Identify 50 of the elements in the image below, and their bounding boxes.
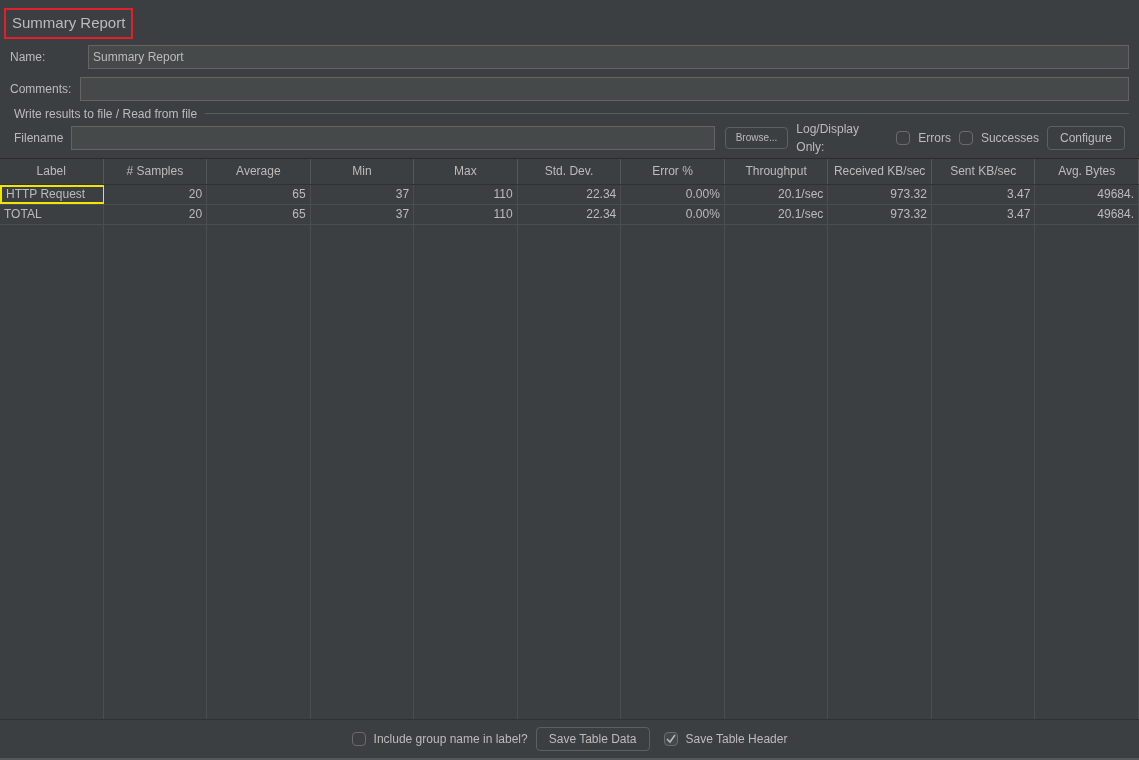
table-cell: 49684. xyxy=(1035,184,1139,204)
checkbox[interactable]: Save Table Header xyxy=(663,730,788,748)
column-header[interactable]: Average xyxy=(207,158,311,184)
table-cell: 65 xyxy=(207,184,311,204)
comments-field[interactable] xyxy=(80,76,1129,101)
table-cell: HTTP Request xyxy=(0,184,104,204)
column-header[interactable]: Min xyxy=(310,158,415,184)
table-cell: 973.32 xyxy=(828,184,932,204)
table-cell: TOTAL xyxy=(0,204,104,224)
save-table-data-button[interactable]: Save Table Data xyxy=(535,727,650,751)
field-label: Log/Display Only: xyxy=(796,120,861,156)
table-cell: 20 xyxy=(103,184,208,204)
field-label: Name: xyxy=(10,48,47,66)
table-cell: 0.00% xyxy=(621,204,725,224)
table-cell: 110 xyxy=(414,184,518,204)
table-cell: 20.1/sec xyxy=(724,184,829,204)
table-cell: 3.47 xyxy=(931,204,1036,224)
table-cell: 65 xyxy=(207,204,311,224)
checkbox[interactable]: Include group name in label? xyxy=(351,730,528,748)
section-legend: Write results to file / Read from file xyxy=(10,104,202,123)
column-header[interactable]: Sent KB/sec xyxy=(931,158,1036,184)
field-label: Comments: xyxy=(10,80,73,98)
field-label: Filename xyxy=(14,129,64,147)
table-cell: 973.32 xyxy=(828,204,932,224)
table-cell: 37 xyxy=(310,204,415,224)
table-cell: 0.00% xyxy=(621,184,725,204)
table-cell: 22.34 xyxy=(517,204,622,224)
column-header[interactable]: Throughput xyxy=(724,158,829,184)
browse-button[interactable]: Browse... xyxy=(724,126,789,149)
table-cell: 37 xyxy=(310,184,415,204)
column-header[interactable]: # Samples xyxy=(103,158,208,184)
panel-title: Summary Report xyxy=(4,8,134,39)
filename-field[interactable] xyxy=(71,125,715,150)
table-cell: 3.47 xyxy=(931,184,1036,204)
name-field[interactable]: Summary Report xyxy=(88,44,1129,69)
column-header[interactable]: Error % xyxy=(621,158,725,184)
table-cell: 22.34 xyxy=(517,184,622,204)
table-cell: 49684. xyxy=(1035,204,1139,224)
check-icon xyxy=(665,734,676,744)
checkbox[interactable]: Errors xyxy=(896,128,951,147)
configure-button[interactable]: Configure xyxy=(1046,125,1125,150)
column-header[interactable]: Received KB/sec xyxy=(828,158,932,184)
column-header[interactable]: Label xyxy=(0,158,104,184)
column-header[interactable]: Avg. Bytes xyxy=(1035,158,1139,184)
checkbox[interactable]: Successes xyxy=(958,128,1039,147)
column-header[interactable]: Std. Dev. xyxy=(517,158,622,184)
column-header[interactable]: Max xyxy=(414,158,518,184)
table-cell: 20.1/sec xyxy=(724,204,829,224)
table-cell: 110 xyxy=(414,204,518,224)
table-cell: 20 xyxy=(103,204,208,224)
